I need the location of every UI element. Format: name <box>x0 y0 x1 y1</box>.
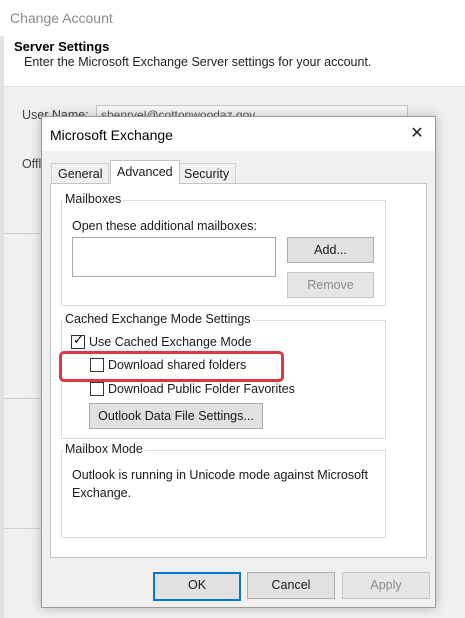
divider <box>4 398 44 399</box>
open-mailboxes-label: Open these additional mailboxes: <box>72 219 257 233</box>
offline-label: Offl <box>22 157 42 171</box>
window-title: Change Account <box>10 10 113 26</box>
remove-mailbox-button[interactable]: Remove <box>287 272 374 298</box>
download-shared-folders-label[interactable]: Download shared folders <box>108 358 246 372</box>
cancel-button[interactable]: Cancel <box>247 572 335 599</box>
divider <box>4 233 44 234</box>
mailbox-mode-text: Outlook is running in Unicode mode again… <box>72 468 368 500</box>
window-titlebar: Change Account <box>0 0 465 36</box>
mailboxes-group-label: Mailboxes <box>63 192 124 206</box>
apply-button[interactable]: Apply <box>342 572 430 599</box>
use-cached-mode-checkbox[interactable]: ✓ <box>71 332 85 349</box>
section-title: Server Settings <box>14 39 110 54</box>
section-description: Enter the Microsoft Exchange Server sett… <box>24 55 372 69</box>
dialog-titlebar: Microsoft Exchange ✕ <box>42 117 435 151</box>
window-header: Server Settings Enter the Microsoft Exch… <box>4 36 465 87</box>
mailbox-mode-group-label: Mailbox Mode <box>63 442 145 456</box>
mailbox-mode-group: Mailbox Mode Outlook is running in Unico… <box>61 442 386 538</box>
microsoft-exchange-dialog: Microsoft Exchange ✕ General Advanced Se… <box>41 116 436 608</box>
download-shared-folders-checkbox[interactable] <box>90 358 104 372</box>
advanced-tab-panel: Mailboxes Open these additional mailboxe… <box>50 183 427 558</box>
cached-mode-group: Cached Exchange Mode Settings ✓ Use Cach… <box>59 312 386 439</box>
tab-advanced[interactable]: Advanced <box>110 160 180 184</box>
download-public-favorites-checkbox[interactable] <box>90 382 104 396</box>
mailboxes-group: Mailboxes Open these additional mailboxe… <box>61 192 386 306</box>
tab-security[interactable]: Security <box>177 163 237 184</box>
data-file-settings-button[interactable]: Outlook Data File Settings... <box>89 403 263 429</box>
tab-general[interactable]: General <box>51 163 110 184</box>
ok-button[interactable]: OK <box>153 572 241 601</box>
dialog-title: Microsoft Exchange <box>50 127 173 143</box>
add-mailbox-button[interactable]: Add... <box>287 237 374 263</box>
close-icon[interactable]: ✕ <box>406 123 428 145</box>
use-cached-mode-label[interactable]: Use Cached Exchange Mode <box>89 335 252 349</box>
additional-mailboxes-list[interactable] <box>72 237 276 277</box>
cached-mode-group-label: Cached Exchange Mode Settings <box>63 312 253 326</box>
divider <box>4 528 44 529</box>
download-public-favorites-label[interactable]: Download Public Folder Favorites <box>108 382 295 396</box>
checkmark-icon: ✓ <box>73 332 84 347</box>
